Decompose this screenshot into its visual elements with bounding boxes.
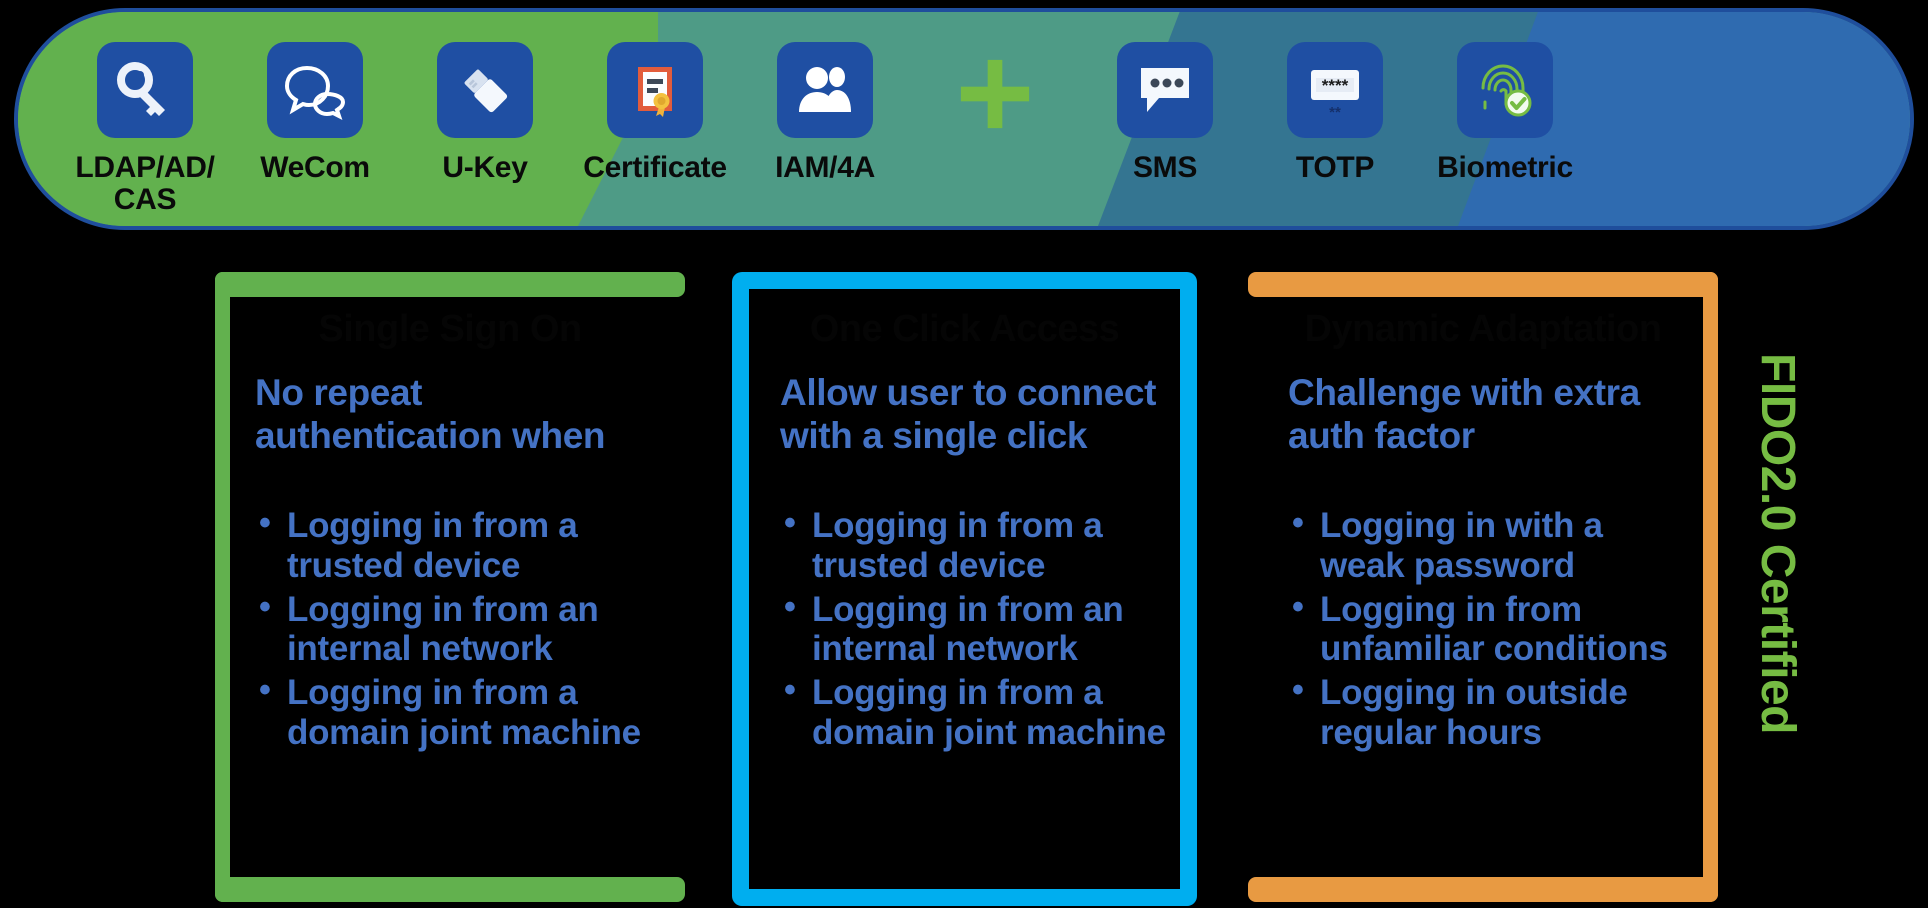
infographic-root: LDAP/AD/CAS WeCom U-Key Certificate IAM/… [0, 0, 1928, 908]
card-bullet-list: Logging in from a trusted device Logging… [780, 504, 1171, 753]
auth-method-label: TOTP [1295, 151, 1375, 184]
chat-bubble-icon [284, 65, 346, 120]
key-icon [117, 62, 165, 116]
card-accent-top-bar [1248, 272, 1718, 297]
certificate-icon [638, 67, 672, 117]
auth-method-wecom[interactable]: WeCom [230, 42, 400, 184]
card-bullet-list: Logging in from a trusted device Logging… [255, 504, 663, 753]
auth-tile [267, 42, 363, 138]
plus-icon [960, 59, 1030, 129]
list-item: Logging in from a domain joint machine [255, 671, 663, 753]
usb-key-icon [464, 69, 508, 113]
card-lead-text: Challenge with extra auth factor [1288, 372, 1640, 456]
auth-tile [1457, 42, 1553, 138]
auth-method-certificate[interactable]: Certificate [570, 42, 740, 184]
auth-method-label: SMS [1132, 151, 1198, 184]
card-lead-text: Allow user to connect with a single clic… [780, 372, 1157, 456]
auth-method-label: Certificate [583, 151, 727, 184]
auth-method-label: Biometric [1437, 151, 1573, 184]
list-item: Logging in from an internal network [255, 588, 663, 670]
auth-method-ukey[interactable]: U-Key [400, 42, 570, 184]
sms-icon [1141, 68, 1189, 112]
auth-method-iam-4a[interactable]: IAM/4A [740, 42, 910, 184]
auth-methods-list: LDAP/AD/CAS WeCom U-Key Certificate IAM/… [18, 12, 1910, 226]
card-single-sign-on[interactable]: Single Sign On No repeat authentication … [215, 272, 685, 902]
card-accent-bottom-bar [1248, 877, 1718, 902]
plus-separator [910, 46, 1080, 142]
auth-tile [437, 42, 533, 138]
fingerprint-check-icon [1481, 64, 1532, 117]
auth-method-label: WeCom [260, 151, 370, 184]
svg-text:**: ** [1329, 104, 1341, 121]
auth-method-totp[interactable]: **** ** TOTP [1250, 42, 1420, 184]
list-item: Logging in from an internal network [780, 588, 1171, 670]
auth-method-label: IAM/4A [775, 151, 875, 184]
card-body: No repeat authentication when Logging in… [255, 372, 663, 757]
auth-tile [97, 42, 193, 138]
card-accent-bottom-bar [215, 877, 685, 902]
list-item: Logging in from unfamiliar conditions [1288, 588, 1678, 670]
card-accent-right-bar [1703, 272, 1718, 902]
list-item: Logging in outside regular hours [1288, 671, 1678, 753]
card-bullet-list: Logging in with a weak password Logging … [1288, 504, 1678, 753]
card-dynamic-adaptation[interactable]: Dynamic Adaptation Challenge with extra … [1248, 272, 1718, 902]
auth-tile [1117, 42, 1213, 138]
fido-certified-label: FIDO2.0 Certified [1750, 353, 1804, 734]
otp-keypad-icon: **** ** [1311, 70, 1359, 121]
card-title: Single Sign On [318, 308, 582, 350]
auth-method-biometric[interactable]: Biometric [1420, 42, 1590, 184]
list-item: Logging in from a trusted device [255, 504, 663, 586]
card-accent-left-bar [215, 272, 230, 902]
card-one-click-access[interactable]: One Click Access Allow user to connect w… [732, 272, 1197, 906]
fido-certified-badge: FIDO2.0 Certified [1742, 276, 1812, 836]
list-item: Logging in from a trusted device [780, 504, 1171, 586]
auth-methods-banner: LDAP/AD/CAS WeCom U-Key Certificate IAM/… [14, 8, 1914, 230]
card-title: One Click Access [809, 308, 1120, 350]
card-body: Challenge with extra auth factor Logging… [1288, 372, 1678, 757]
card-body: Allow user to connect with a single clic… [780, 372, 1171, 757]
auth-tile [777, 42, 873, 138]
list-item: Logging in with a weak password [1288, 504, 1678, 586]
auth-method-label: LDAP/AD/CAS [75, 151, 215, 216]
auth-method-label: U-Key [442, 151, 528, 184]
auth-tile [607, 42, 703, 138]
auth-method-sms[interactable]: SMS [1080, 42, 1250, 184]
card-accent-top-bar [215, 272, 685, 297]
auth-method-ldap-ad-cas[interactable]: LDAP/AD/CAS [60, 42, 230, 216]
list-item: Logging in from a domain joint machine [780, 671, 1171, 753]
card-title: Dynamic Adaptation [1304, 308, 1662, 350]
users-icon [799, 67, 851, 112]
card-lead-text: No repeat authentication when [255, 372, 606, 456]
auth-tile: **** ** [1287, 42, 1383, 138]
svg-text:****: **** [1322, 76, 1349, 95]
